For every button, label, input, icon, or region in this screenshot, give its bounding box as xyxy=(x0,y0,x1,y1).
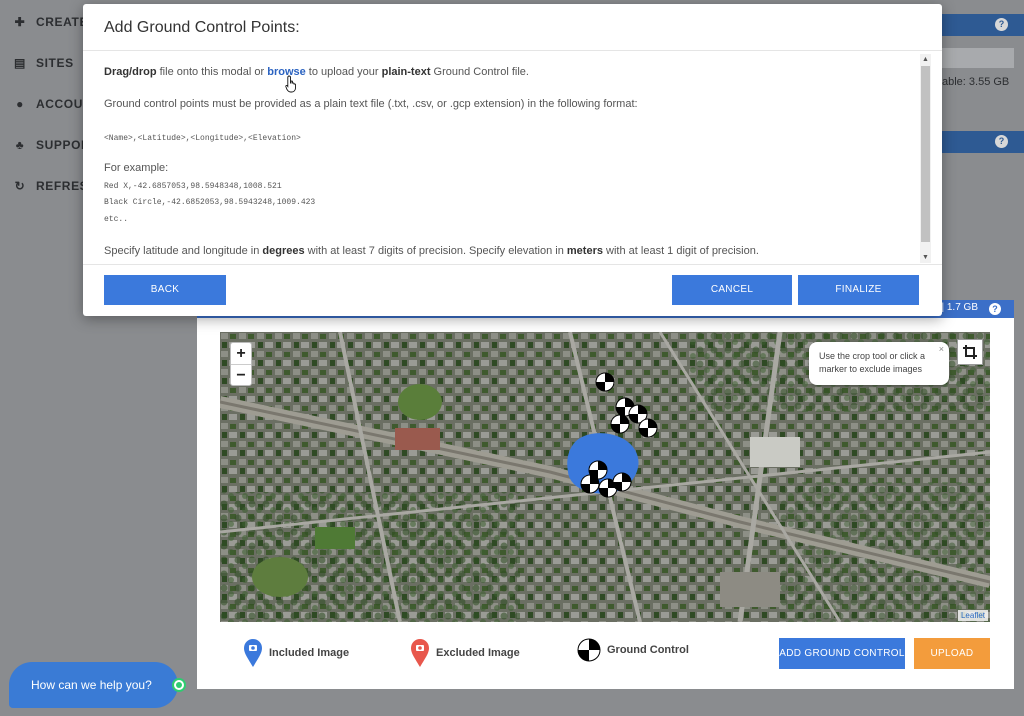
meters-bold: meters xyxy=(566,245,603,257)
storage-available: able: 3.55 GB xyxy=(942,76,1010,88)
bg-panel-header: ? xyxy=(940,131,1024,153)
modal-body: Drag/drop file onto this modal or browse… xyxy=(104,61,914,264)
legend-label: Included Image xyxy=(269,647,350,659)
modal-divider xyxy=(83,264,942,265)
format-description: Ground control points must be provided a… xyxy=(104,98,638,110)
finalize-button[interactable]: FINALIZE xyxy=(798,275,919,305)
intro-text: Drag/drop file onto this modal or browse… xyxy=(104,66,529,78)
zoom-in-button[interactable]: + xyxy=(231,343,251,364)
user-icon: ● xyxy=(16,97,24,111)
format-code: <Name>,<Latitude>,<Longitude>,<Elevation… xyxy=(104,134,301,143)
modal-title: Add Ground Control Points: xyxy=(104,19,300,36)
plus-icon: ✚ xyxy=(14,15,26,29)
degrees-bold: degrees xyxy=(262,245,305,257)
excluded-image-marker-icon xyxy=(411,639,429,667)
leaflet-attribution[interactable]: Leaflet xyxy=(957,610,988,621)
hand-cursor-icon xyxy=(285,75,296,93)
example-line: Red X,-42.6857053,98.5948348,1008.521 xyxy=(104,182,282,191)
back-button[interactable]: BACK xyxy=(104,275,226,305)
legend-excluded: Excluded Image xyxy=(410,638,520,668)
close-icon[interactable]: × xyxy=(939,343,944,356)
map-tooltip-text: Use the crop tool or click a marker to e… xyxy=(819,351,926,374)
scroll-up-icon[interactable]: ▲ xyxy=(920,54,931,65)
example-heading: For example: xyxy=(104,162,169,174)
precision-part: with at least 1 digit of precision. xyxy=(602,245,759,257)
example-line: Black Circle,-42.6852053,98.5943248,1009… xyxy=(104,198,316,207)
image-map-card: | 1.7 GB ? + − Use the crop tool or clic… xyxy=(197,300,1014,689)
intro-bold: Drag/drop xyxy=(104,66,157,78)
included-image-marker-icon xyxy=(244,639,262,667)
legend-label: Ground Control xyxy=(607,644,689,656)
example-line: etc.. xyxy=(104,215,129,224)
legend-included: Included Image xyxy=(243,638,349,668)
help-icon[interactable]: ? xyxy=(995,135,1008,148)
bg-panel-header: ? xyxy=(940,14,1024,36)
scroll-down-icon[interactable]: ▼ xyxy=(920,252,931,263)
help-icon[interactable]: ? xyxy=(989,303,1001,315)
modal-scrollbar[interactable]: ▲ ▼ xyxy=(920,54,931,263)
precision-text: Specify latitude and longitude in degree… xyxy=(104,245,759,257)
zoom-control: + − xyxy=(230,342,252,386)
sidebar-item-refresh[interactable]: ↻ REFRES xyxy=(14,176,88,196)
intro-part: Ground Control file. xyxy=(430,66,529,78)
sidebar-item-label: REFRES xyxy=(36,179,89,193)
help-icon[interactable]: ? xyxy=(995,18,1008,31)
upload-button[interactable]: UPLOAD xyxy=(914,638,990,669)
sidebar-item-sites[interactable]: ▤ SITES xyxy=(14,53,74,73)
map-tooltip: Use the crop tool or click a marker to e… xyxy=(809,342,949,385)
modal-divider xyxy=(83,50,942,51)
intro-part: to upload your xyxy=(305,66,382,78)
sidebar-item-support[interactable]: ♣ SUPPOR xyxy=(14,135,90,155)
bg-progress-bar xyxy=(940,48,1014,68)
crop-button[interactable] xyxy=(957,339,983,365)
ground-control-marker-icon xyxy=(577,638,601,662)
plain-text-bold: plain-text xyxy=(381,66,431,78)
crop-icon xyxy=(963,345,977,359)
scroll-thumb[interactable] xyxy=(921,66,930,242)
storage-usage: | 1.7 GB xyxy=(941,302,978,313)
sidebar-item-label: SITES xyxy=(36,56,74,70)
cancel-button[interactable]: CANCEL xyxy=(672,275,792,305)
legend-ground-control: Ground Control xyxy=(577,638,689,662)
precision-part: Specify latitude and longitude in xyxy=(104,245,263,257)
satellite-map[interactable]: + − Use the crop tool or click a marker … xyxy=(220,332,990,622)
online-status-icon xyxy=(172,678,186,692)
precision-part: with at least 7 digits of precision. Spe… xyxy=(304,245,567,257)
intro-part: file onto this modal or xyxy=(156,66,268,78)
sidebar-item-create[interactable]: ✚ CREATE xyxy=(14,12,88,32)
sidebar-item-label: CREATE xyxy=(36,15,89,29)
file-icon: ▤ xyxy=(14,56,26,70)
sidebar-item-account[interactable]: ● ACCOUN xyxy=(14,94,92,114)
users-icon: ♣ xyxy=(15,138,25,152)
legend-label: Excluded Image xyxy=(436,647,520,659)
sidebar: ✚ CREATE ▤ SITES ● ACCOUN ♣ SUPPOR ↻ REF… xyxy=(0,0,92,716)
chat-widget-button[interactable]: How can we help you? xyxy=(9,662,178,708)
zoom-out-button[interactable]: − xyxy=(231,364,251,385)
add-ground-control-button[interactable]: ADD GROUND CONTROL xyxy=(779,638,905,669)
add-ground-control-modal[interactable]: Add Ground Control Points: Drag/drop fil… xyxy=(83,4,942,316)
refresh-icon: ↻ xyxy=(14,179,26,193)
